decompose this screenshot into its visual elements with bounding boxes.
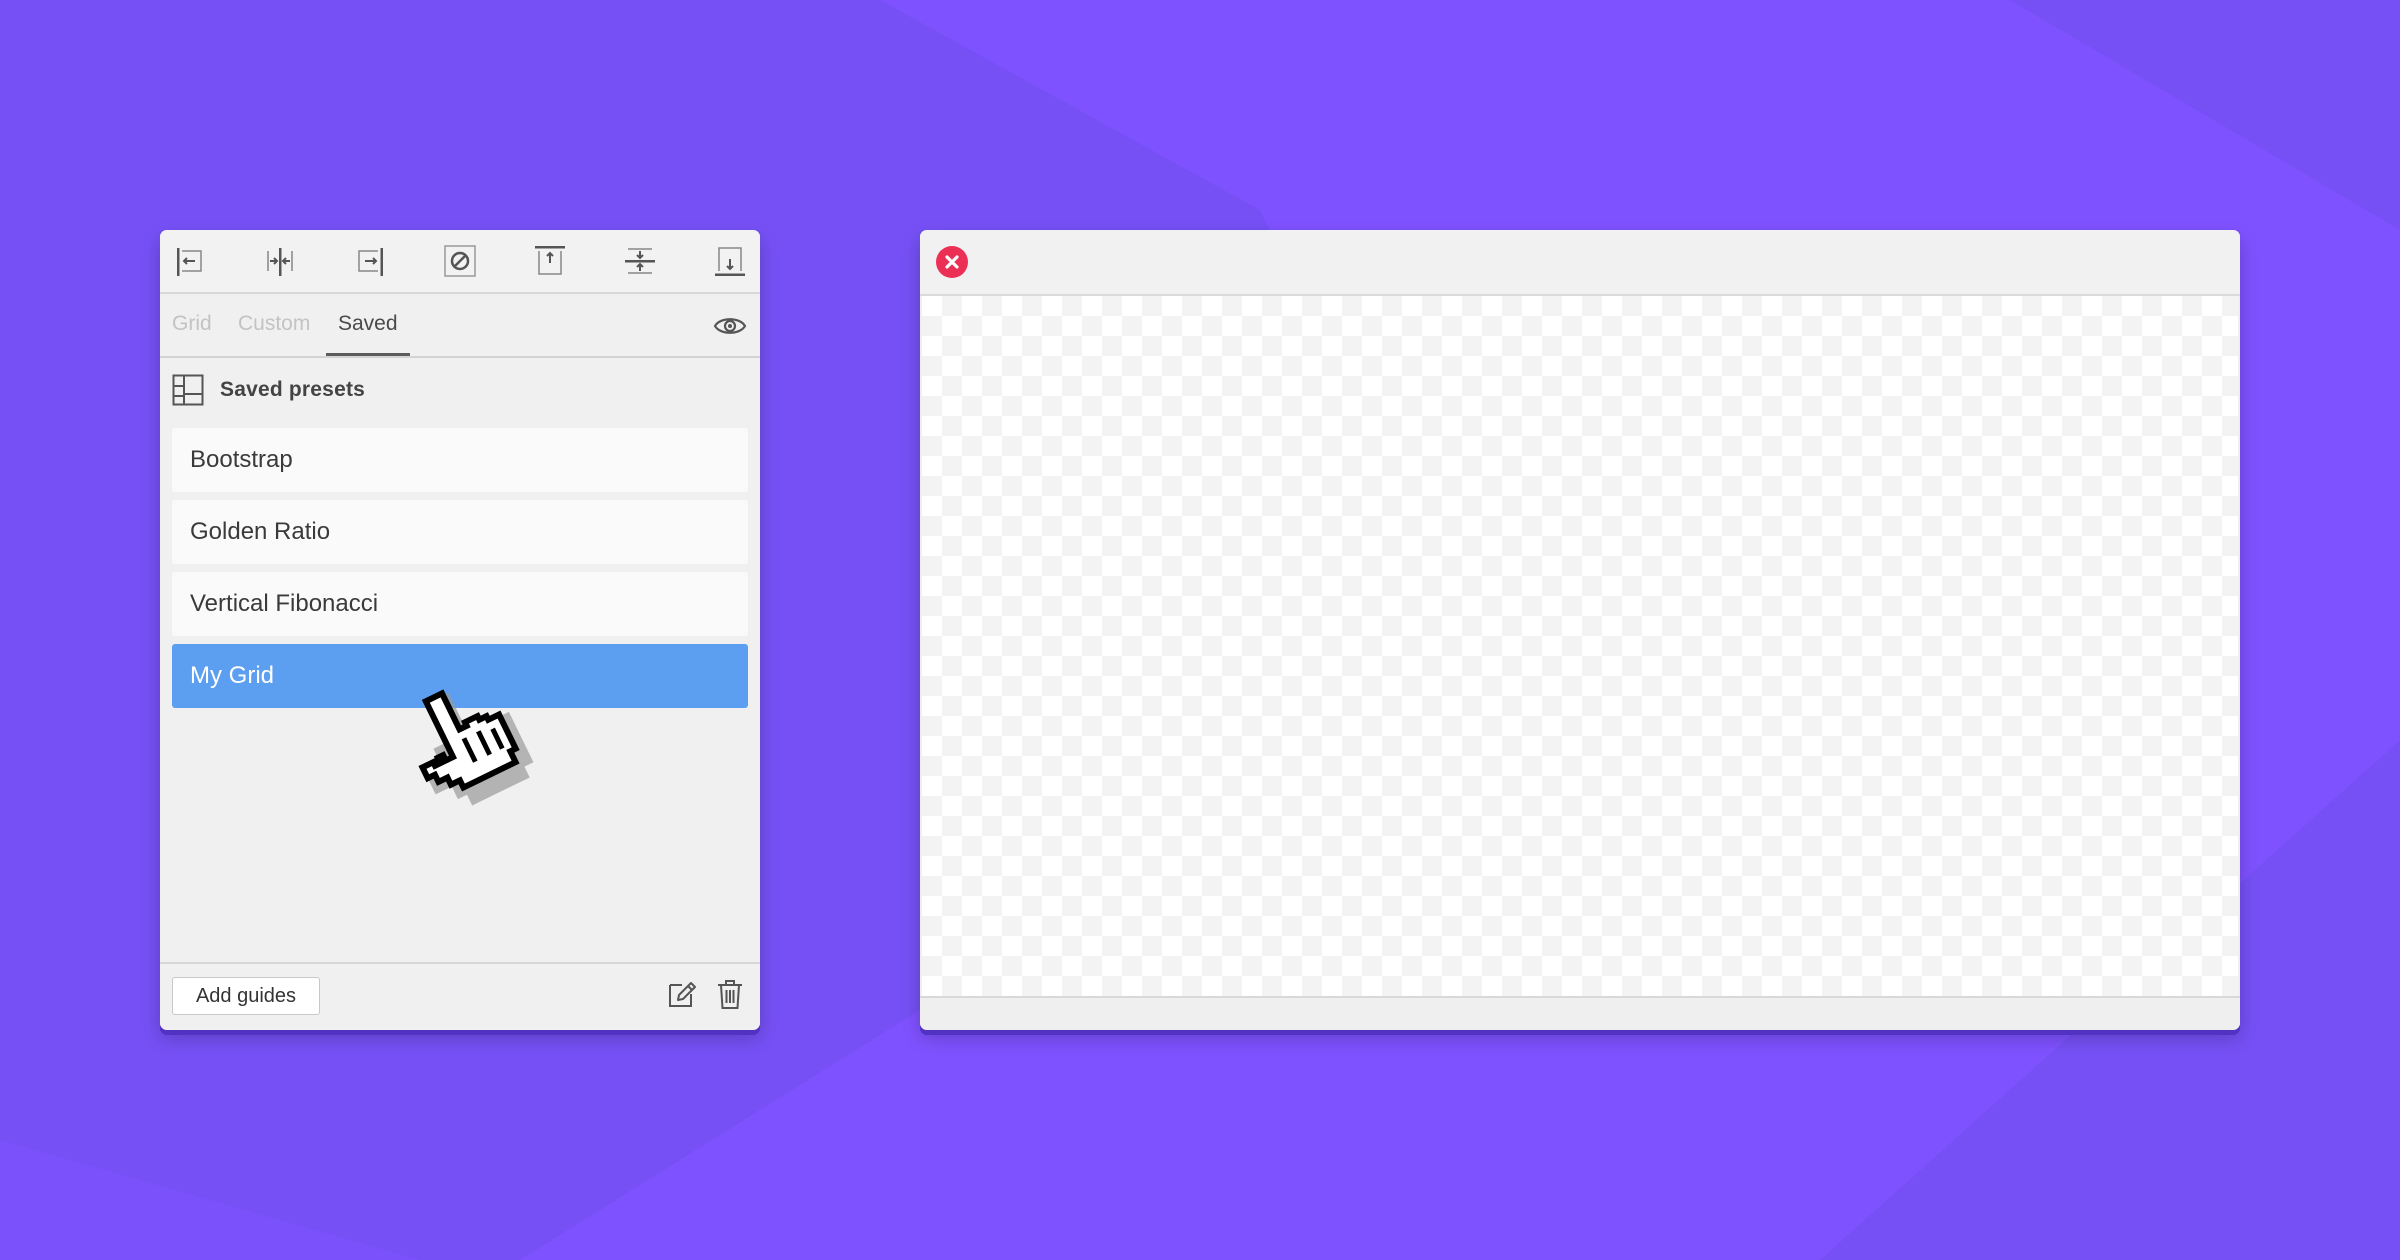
tab-grid[interactable]: Grid (172, 294, 212, 356)
layout-grid-icon (172, 374, 204, 406)
window-titlebar (920, 230, 2240, 296)
preset-item-bootstrap[interactable]: Bootstrap (172, 428, 748, 492)
eye-icon[interactable] (712, 308, 748, 344)
trash-icon[interactable] (712, 976, 748, 1012)
guides-toolbar (160, 230, 760, 294)
active-tab-indicator (326, 353, 410, 356)
align-center-vertical-guide-icon[interactable] (260, 241, 300, 281)
tab-custom[interactable]: Custom (238, 294, 310, 356)
edit-icon[interactable] (664, 976, 700, 1012)
preset-list: Bootstrap Golden Ratio Vertical Fibonacc… (172, 428, 748, 716)
panel-footer: Add guides (160, 962, 760, 1030)
close-icon[interactable] (936, 246, 968, 278)
window-statusbar (920, 996, 2240, 1030)
add-guides-button[interactable]: Add guides (172, 977, 320, 1015)
pointer-hand-cursor-icon (406, 676, 536, 816)
saved-presets-header: Saved presets (172, 372, 732, 408)
clear-guides-icon[interactable] (440, 241, 480, 281)
align-bottom-guide-icon[interactable] (710, 241, 750, 281)
preset-tabs: Grid Custom Saved (160, 294, 760, 358)
align-top-guide-icon[interactable] (530, 241, 570, 281)
preset-item-golden-ratio[interactable]: Golden Ratio (172, 500, 748, 564)
canvas-window (920, 230, 2240, 1030)
align-left-guide-icon[interactable] (170, 241, 210, 281)
transparent-artboard[interactable] (922, 296, 2238, 996)
section-title: Saved presets (220, 378, 366, 401)
align-middle-horizontal-guide-icon[interactable] (620, 241, 660, 281)
guides-panel: Grid Custom Saved Saved presets Bootstra… (160, 230, 760, 1030)
align-right-guide-icon[interactable] (350, 241, 390, 281)
preset-item-vertical-fibonacci[interactable]: Vertical Fibonacci (172, 572, 748, 636)
tab-saved[interactable]: Saved (338, 294, 398, 356)
